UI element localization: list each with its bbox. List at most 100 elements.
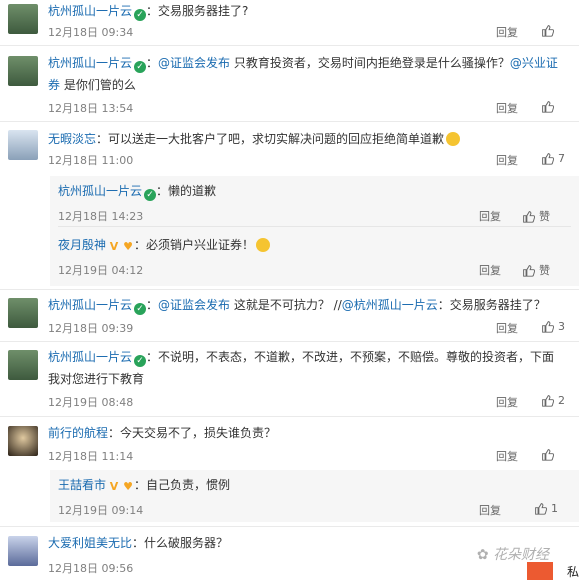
user-name[interactable]: 夜月殷神 bbox=[58, 238, 106, 252]
reply-button[interactable]: 回复 bbox=[479, 208, 501, 224]
comment-text: 杭州孤山一片云 ✓ ：交易服务器挂了? bbox=[48, 4, 249, 21]
reply-button[interactable]: 回复 bbox=[496, 394, 518, 410]
user-name[interactable]: 杭州孤山一片云 bbox=[48, 350, 132, 364]
like-count: 7 bbox=[558, 152, 565, 165]
thumbs-up-icon bbox=[523, 264, 535, 277]
reply-thread: 王喆看市 V ♥：自己负责，惯例 12月19日 09:14 回复 1 bbox=[50, 470, 579, 522]
comment-row: 前行的航程：今天交易不了，损失谁负责？ 12月18日 11:14 回复 bbox=[0, 420, 579, 466]
thumbs-up-icon bbox=[535, 503, 547, 515]
user-name[interactable]: 前行的航程 bbox=[48, 426, 108, 440]
thumbs-up-icon bbox=[523, 210, 535, 223]
reply-button[interactable]: 回复 bbox=[479, 262, 501, 278]
watermark: ✿ 花朵财经 bbox=[476, 547, 549, 563]
like-button[interactable]: 3 bbox=[541, 320, 565, 333]
comment-text: 大爱利姐美无比：什么破服务器？ bbox=[48, 536, 229, 550]
reply-button[interactable]: 回复 bbox=[496, 24, 518, 40]
divider bbox=[0, 341, 579, 342]
laugh-emoji-icon bbox=[256, 238, 271, 252]
like-button[interactable]: 1 bbox=[534, 502, 558, 515]
comment-time: 12月19日 08:48 bbox=[48, 396, 134, 409]
comment-text-line2: 我对您进行下教育 bbox=[48, 372, 145, 386]
reply-button[interactable]: 回复 bbox=[496, 100, 518, 116]
verified-badge-icon: ✓ bbox=[134, 9, 147, 21]
like-button[interactable] bbox=[541, 448, 554, 461]
divider bbox=[58, 226, 571, 227]
mail-icon[interactable] bbox=[527, 562, 553, 580]
like-button[interactable] bbox=[541, 24, 554, 37]
like-button[interactable]: 2 bbox=[541, 394, 565, 407]
verified-badge-icon: ✓ bbox=[144, 189, 157, 201]
user-name[interactable]: 杭州孤山一片云 bbox=[48, 56, 132, 70]
divider bbox=[0, 526, 579, 527]
reply-button[interactable]: 回复 bbox=[479, 502, 501, 518]
comment-text: 杭州孤山一片云 ✓ ：不说明，不表态，不道歉，不改进，不预案，不赔偿。尊敬的投资者，… bbox=[48, 350, 555, 367]
comment-row: 杭州孤山一片云 ✓ ：交易服务器挂了? 12月18日 09:34 回复 bbox=[0, 0, 579, 44]
comment-row: 无暇淡忘：可以送走一大批客户了吧，求切实解决问题的回应拒绝简单道歉 12月18日… bbox=[0, 126, 579, 170]
like-button[interactable] bbox=[541, 100, 554, 113]
reply-text: 夜月殷神 V ♥：必须销户兴业证券！ bbox=[58, 234, 271, 256]
like-button[interactable]: 赞 bbox=[522, 208, 550, 224]
reply-button[interactable]: 回复 bbox=[496, 320, 518, 336]
user-name[interactable]: 杭州孤山一片云 bbox=[48, 298, 132, 312]
thumbs-up-icon bbox=[542, 449, 554, 461]
comment-text: 杭州孤山一片云 ✓ ：@证监会发布 只教育投资者，交易时间内拒绝登录是什么骚操作？@… bbox=[48, 56, 558, 73]
user-name[interactable]: 大爱利姐美无比 bbox=[48, 536, 132, 550]
avatar[interactable] bbox=[8, 536, 38, 566]
divider bbox=[0, 121, 579, 122]
divider bbox=[0, 45, 579, 46]
like-count: 3 bbox=[558, 320, 565, 333]
like-count: 2 bbox=[558, 394, 565, 407]
comment-time: 12月18日 11:00 bbox=[48, 154, 134, 167]
avatar[interactable] bbox=[8, 298, 38, 328]
comment-text: 前行的航程：今天交易不了，损失谁负责？ bbox=[48, 426, 277, 440]
comment-time: 12月18日 09:34 bbox=[48, 26, 134, 39]
mention-link[interactable]: 券 bbox=[48, 78, 60, 92]
comment-row: 杭州孤山一片云 ✓ ：@证监会发布 这就是不可抗力？ //@杭州孤山一片云：交易服务… bbox=[0, 292, 579, 338]
reply-button[interactable]: 回复 bbox=[496, 448, 518, 464]
like-button[interactable]: 赞 bbox=[522, 262, 550, 278]
comment-text-line2: 券 是你们管的么 bbox=[48, 78, 136, 92]
comment-text: 杭州孤山一片云 ✓ ：@证监会发布 这就是不可抗力？ //@杭州孤山一片云：交易服务… bbox=[48, 298, 546, 315]
avatar[interactable] bbox=[8, 130, 38, 160]
verified-badge-icon: ✓ bbox=[134, 61, 147, 73]
comment-row: 杭州孤山一片云 ✓ ：不说明，不表态，不道歉，不改进，不预案，不赔偿。尊敬的投资者，… bbox=[0, 344, 579, 414]
vip-badge-icon: V bbox=[109, 240, 119, 253]
divider bbox=[0, 416, 579, 417]
avatar[interactable] bbox=[8, 56, 38, 86]
divider bbox=[0, 289, 579, 290]
private-message-label[interactable]: 私 bbox=[567, 563, 579, 580]
reply-button[interactable]: 回复 bbox=[496, 152, 518, 168]
comment-time: 12月18日 13:54 bbox=[48, 102, 134, 115]
comment-time: 12月18日 09:39 bbox=[48, 322, 134, 335]
thumbs-up-icon bbox=[542, 321, 554, 333]
like-label: 赞 bbox=[539, 210, 550, 223]
mention-link[interactable]: @证监会发布 bbox=[158, 56, 230, 70]
mention-link[interactable]: @杭州孤山一片云 bbox=[342, 298, 438, 312]
reply-text: 王喆看市 V ♥：自己负责，惯例 bbox=[58, 478, 231, 493]
avatar[interactable] bbox=[8, 350, 38, 380]
reply-time: 12月18日 14:23 bbox=[58, 210, 144, 223]
smile-emoji-icon bbox=[446, 132, 461, 146]
reply-time: 12月19日 09:14 bbox=[58, 504, 144, 517]
avatar[interactable] bbox=[8, 426, 38, 456]
member-badge-icon: ♥ bbox=[123, 480, 133, 493]
user-name[interactable]: 杭州孤山一片云 bbox=[58, 184, 142, 198]
like-button[interactable]: 7 bbox=[541, 152, 565, 165]
comment-time: 12月18日 09:56 bbox=[48, 562, 134, 575]
user-name[interactable]: 无暇淡忘 bbox=[48, 132, 96, 146]
thumbs-up-icon bbox=[542, 25, 554, 37]
reply-text: 杭州孤山一片云 ✓ ：懒的道歉 bbox=[58, 184, 217, 201]
vip-badge-icon: V bbox=[109, 480, 119, 493]
mention-link[interactable]: @证监会发布 bbox=[158, 298, 230, 312]
thumbs-up-icon bbox=[542, 395, 554, 407]
avatar[interactable] bbox=[8, 4, 38, 34]
verified-badge-icon: ✓ bbox=[134, 303, 147, 315]
mention-link[interactable]: @兴业证 bbox=[510, 56, 558, 70]
user-name[interactable]: 王喆看市 bbox=[58, 478, 106, 492]
reply-time: 12月19日 04:12 bbox=[58, 264, 144, 277]
verified-badge-icon: ✓ bbox=[134, 355, 147, 367]
reply-thread: 杭州孤山一片云 ✓ ：懒的道歉 12月18日 14:23 回复 赞 夜月殷神 V ♥：必… bbox=[50, 176, 579, 286]
like-label: 赞 bbox=[539, 264, 550, 277]
thumbs-up-icon bbox=[542, 101, 554, 113]
user-name[interactable]: 杭州孤山一片云 bbox=[48, 4, 132, 18]
